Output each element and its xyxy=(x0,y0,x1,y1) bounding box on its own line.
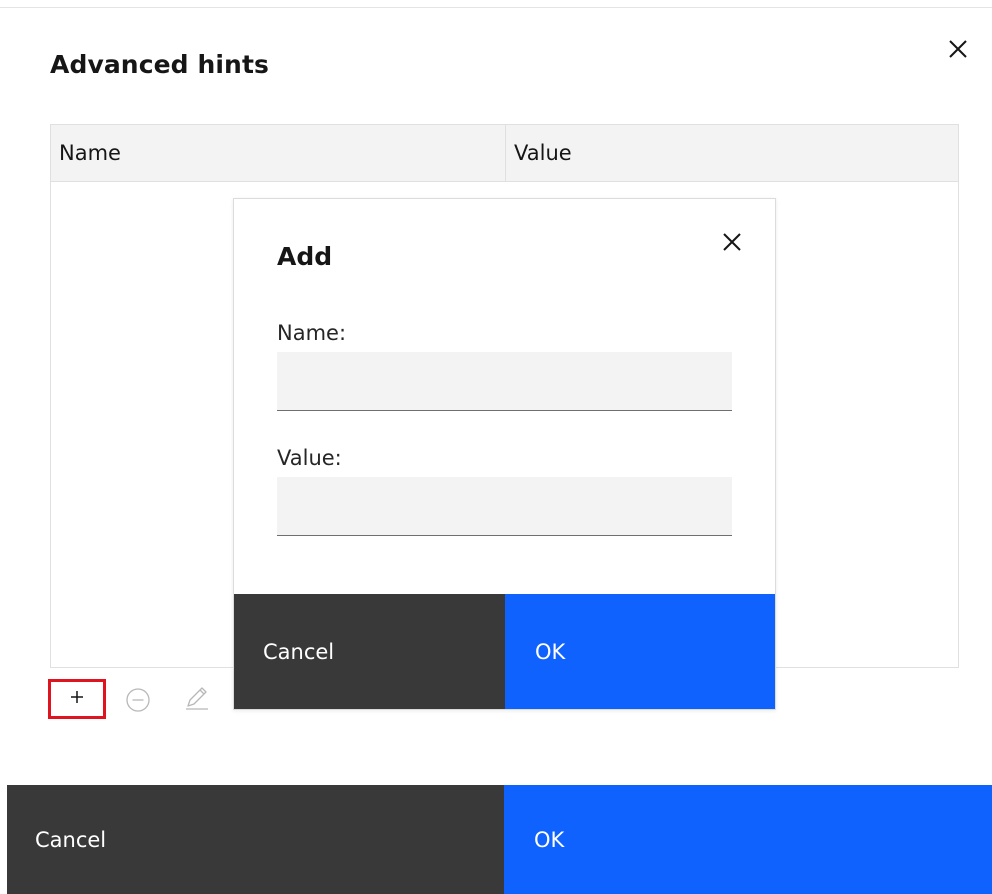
main-dialog-footer: Cancel OK xyxy=(7,785,992,894)
add-dialog-cancel-button[interactable]: Cancel xyxy=(234,594,505,709)
add-dialog-footer: Cancel OK xyxy=(234,594,775,709)
ok-button[interactable]: OK xyxy=(504,785,992,894)
add-dialog: Add Name: Value: Cancel OK xyxy=(233,198,776,710)
plus-icon xyxy=(68,688,86,710)
add-row-button[interactable] xyxy=(48,679,106,719)
main-dialog-title: Advanced hints xyxy=(50,50,269,79)
remove-row-button[interactable] xyxy=(123,687,153,717)
edit-row-button[interactable] xyxy=(182,684,212,714)
add-dialog-ok-button[interactable]: OK xyxy=(505,594,775,709)
name-field[interactable] xyxy=(277,352,732,411)
minus-circle-icon xyxy=(124,686,152,718)
value-label: Value: xyxy=(277,446,342,470)
close-icon[interactable] xyxy=(721,231,743,253)
value-field[interactable] xyxy=(277,477,732,536)
column-header-value[interactable]: Value xyxy=(514,125,954,182)
page: Advanced hints Name Value Cancel OK Add … xyxy=(0,0,992,894)
cancel-button[interactable]: Cancel xyxy=(7,785,504,894)
column-divider xyxy=(505,125,506,181)
pencil-icon xyxy=(182,682,212,716)
top-divider xyxy=(0,7,992,8)
name-label: Name: xyxy=(277,321,347,345)
column-header-name[interactable]: Name xyxy=(59,125,499,182)
add-dialog-title: Add xyxy=(277,242,333,271)
table-header: Name Value xyxy=(51,125,958,182)
close-icon[interactable] xyxy=(947,38,969,60)
